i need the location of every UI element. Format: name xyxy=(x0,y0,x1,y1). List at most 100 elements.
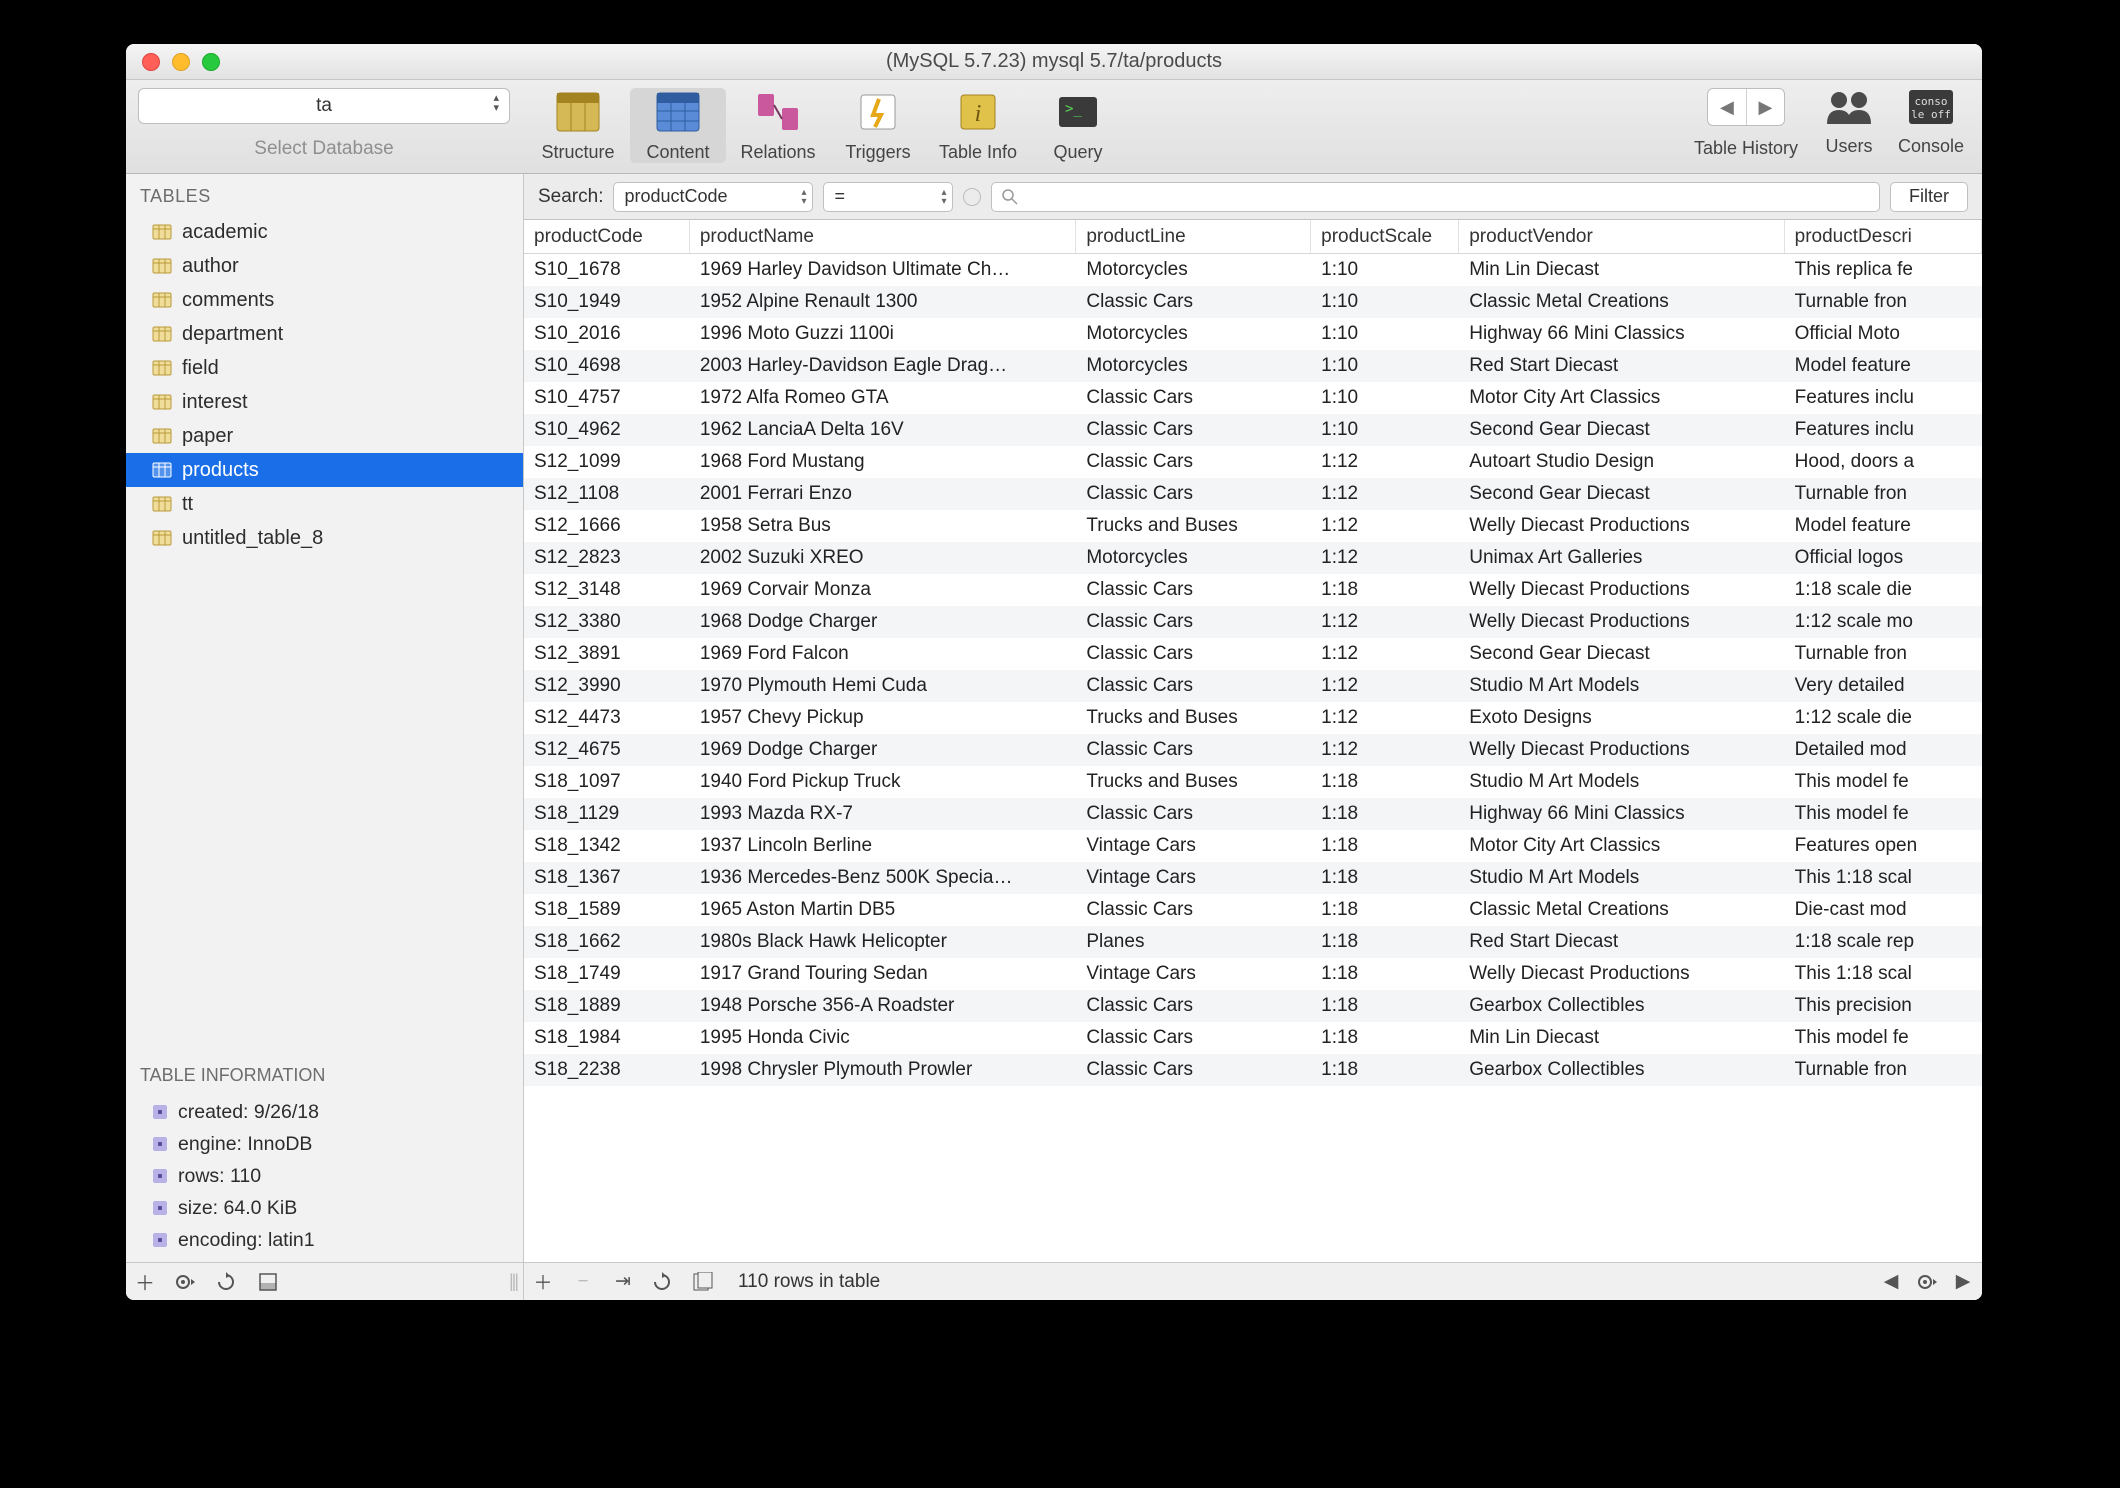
table-row[interactable]: S18_16621980s Black Hawk HelicopterPlane… xyxy=(524,926,1982,958)
column-header-productVendor[interactable]: productVendor xyxy=(1459,220,1784,253)
prev-page-button[interactable]: ◀ xyxy=(1880,1270,1902,1293)
table-row[interactable]: S12_16661958 Setra BusTrucks and Buses1:… xyxy=(524,510,1982,542)
cell: S12_3990 xyxy=(524,671,690,701)
table-row[interactable]: S10_47571972 Alfa Romeo GTAClassic Cars1… xyxy=(524,382,1982,414)
cell: Classic Metal Creations xyxy=(1459,895,1784,925)
query-tab[interactable]: >_ Query xyxy=(1030,88,1126,163)
tableinfo-label: Table Info xyxy=(939,142,1017,163)
cell: Classic Cars xyxy=(1076,895,1311,925)
structure-tab[interactable]: Structure xyxy=(530,88,626,163)
table-row[interactable]: S12_38911969 Ford FalconClassic Cars1:12… xyxy=(524,638,1982,670)
tableinfo-tab[interactable]: i Table Info xyxy=(930,88,1026,163)
database-selector-value: ta xyxy=(316,95,332,117)
table-row[interactable]: S10_49621962 LanciaA Delta 16VClassic Ca… xyxy=(524,414,1982,446)
table-row[interactable]: S18_10971940 Ford Pickup TruckTrucks and… xyxy=(524,766,1982,798)
sidebar-item-department[interactable]: department xyxy=(126,317,523,351)
table-row[interactable]: S18_15891965 Aston Martin DB5Classic Car… xyxy=(524,894,1982,926)
sidebar-item-paper[interactable]: paper xyxy=(126,419,523,453)
remove-row-button[interactable]: − xyxy=(572,1271,594,1293)
table-row[interactable]: S12_11082001 Ferrari EnzoClassic Cars1:1… xyxy=(524,478,1982,510)
column-header-productName[interactable]: productName xyxy=(690,220,1077,253)
cell: Classic Cars xyxy=(1076,671,1311,701)
sidebar-item-label: author xyxy=(182,255,239,278)
table-row[interactable]: S18_13671936 Mercedes-Benz 500K Specia…V… xyxy=(524,862,1982,894)
sidebar-tables-list: academic author commentsdepartmentfieldint… xyxy=(126,215,523,555)
cell: S12_1108 xyxy=(524,479,690,509)
refresh-button[interactable] xyxy=(216,1272,242,1292)
table-row[interactable]: S18_18891948 Porsche 356-A RoadsterClass… xyxy=(524,990,1982,1022)
cell: S12_3148 xyxy=(524,575,690,605)
cell: S10_4962 xyxy=(524,415,690,445)
table-row[interactable]: S10_19491952 Alpine Renault 1300Classic … xyxy=(524,286,1982,318)
cell: Vintage Cars xyxy=(1076,831,1311,861)
sidebar-item-products[interactable]: products xyxy=(126,453,523,487)
reload-button[interactable] xyxy=(652,1272,674,1292)
sidebar-gripper[interactable]: ||| xyxy=(509,1271,517,1292)
cell: Hood, doors a xyxy=(1785,447,1982,477)
table-row[interactable]: S12_46751969 Dodge ChargerClassic Cars1:… xyxy=(524,734,1982,766)
table-row[interactable]: S10_16781969 Harley Davidson Ultimate Ch… xyxy=(524,254,1982,286)
cell: S12_2823 xyxy=(524,543,690,573)
column-header-productCode[interactable]: productCode xyxy=(524,220,690,253)
cell: Model feature xyxy=(1785,351,1982,381)
minimize-window-button[interactable] xyxy=(172,53,190,71)
search-column-select[interactable]: productCode▴▾ xyxy=(613,182,813,212)
cell: 1:18 xyxy=(1311,1055,1459,1085)
add-button[interactable]: ＋ xyxy=(132,1267,158,1296)
table-row[interactable]: S18_19841995 Honda CivicClassic Cars1:18… xyxy=(524,1022,1982,1054)
table-row[interactable]: S18_17491917 Grand Touring SedanVintage … xyxy=(524,958,1982,990)
sidebar-item-untitled_table_8[interactable]: untitled_table_8 xyxy=(126,521,523,555)
sidebar-item-author[interactable]: author xyxy=(126,249,523,283)
sidebar-item-field[interactable]: field xyxy=(126,351,523,385)
chevron-updown-icon: ▴▾ xyxy=(801,188,806,206)
toggle-info-button[interactable] xyxy=(258,1272,284,1292)
table-row[interactable]: S10_20161996 Moto Guzzi 1100iMotorcycles… xyxy=(524,318,1982,350)
footer-gear-button[interactable] xyxy=(1916,1273,1938,1291)
svg-text:>_: >_ xyxy=(1065,101,1082,117)
table-row[interactable]: S18_11291993 Mazda RX-7Classic Cars1:18H… xyxy=(524,798,1982,830)
database-selector[interactable]: ta ▴▾ xyxy=(138,88,510,124)
column-header-productDescri[interactable]: productDescri xyxy=(1785,220,1982,253)
zoom-window-button[interactable] xyxy=(202,53,220,71)
filter-button[interactable]: Filter xyxy=(1890,182,1968,212)
duplicate-row-button[interactable]: ⇥ xyxy=(612,1270,634,1293)
close-window-button[interactable] xyxy=(142,53,160,71)
history-back-button[interactable]: ◀ xyxy=(1708,89,1746,125)
console-label: Console xyxy=(1898,136,1964,157)
table-row[interactable]: S12_10991968 Ford MustangClassic Cars1:1… xyxy=(524,446,1982,478)
add-row-button[interactable]: ＋ xyxy=(532,1268,554,1295)
table-row[interactable]: S12_31481969 Corvair MonzaClassic Cars1:… xyxy=(524,574,1982,606)
table-row[interactable]: S12_44731957 Chevy PickupTrucks and Buse… xyxy=(524,702,1982,734)
cell: S18_1129 xyxy=(524,799,690,829)
cell: Trucks and Buses xyxy=(1076,511,1311,541)
console-button[interactable]: console off Console xyxy=(1892,88,1970,157)
search-operator-select[interactable]: =▴▾ xyxy=(823,182,953,212)
table-row[interactable]: S10_46982003 Harley-Davidson Eagle Drag…… xyxy=(524,350,1982,382)
column-header-productScale[interactable]: productScale xyxy=(1311,220,1459,253)
triggers-tab[interactable]: Triggers xyxy=(830,88,926,163)
relations-tab[interactable]: Relations xyxy=(730,88,826,163)
cell: 1:10 xyxy=(1311,351,1459,381)
sidebar-item-academic[interactable]: academic xyxy=(126,215,523,249)
cell: S18_1984 xyxy=(524,1023,690,1053)
content-tab[interactable]: Content xyxy=(630,88,726,163)
next-page-button[interactable]: ▶ xyxy=(1952,1270,1974,1293)
sidebar-item-tt[interactable]: tt xyxy=(126,487,523,521)
search-mode-radio[interactable] xyxy=(963,188,981,206)
cell: S12_4473 xyxy=(524,703,690,733)
table-row[interactable]: S18_22381998 Chrysler Plymouth ProwlerCl… xyxy=(524,1054,1982,1086)
sidebar-item-interest[interactable]: interest xyxy=(126,385,523,419)
table-row[interactable]: S12_39901970 Plymouth Hemi CudaClassic C… xyxy=(524,670,1982,702)
search-input[interactable] xyxy=(991,182,1880,212)
pagination-button[interactable] xyxy=(692,1272,714,1292)
sidebar-item-comments[interactable]: comments xyxy=(126,283,523,317)
table-row[interactable]: S12_28232002 Suzuki XREOMotorcycles1:12U… xyxy=(524,542,1982,574)
users-button[interactable]: Users xyxy=(1810,88,1888,157)
grid-body[interactable]: S10_16781969 Harley Davidson Ultimate Ch… xyxy=(524,254,1982,1262)
table-row[interactable]: S18_13421937 Lincoln BerlineVintage Cars… xyxy=(524,830,1982,862)
gear-menu-button[interactable] xyxy=(174,1273,200,1291)
table-row[interactable]: S12_33801968 Dodge ChargerClassic Cars1:… xyxy=(524,606,1982,638)
sidebar: TABLES academicauthorcommentsdepartmentf… xyxy=(126,174,524,1300)
column-header-productLine[interactable]: productLine xyxy=(1076,220,1311,253)
history-forward-button[interactable]: ▶ xyxy=(1746,89,1784,125)
